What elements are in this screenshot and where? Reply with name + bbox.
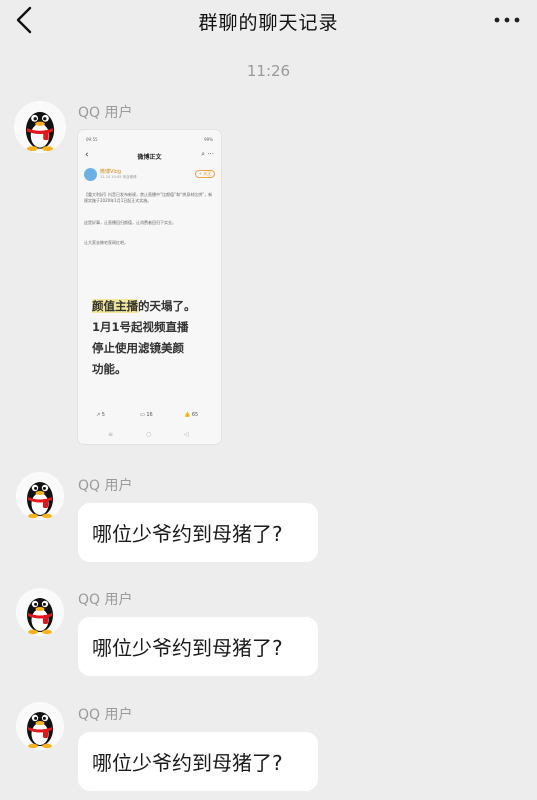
quote-text: 停止使用滤镜美颜 — [92, 341, 184, 355]
status-battery: 99% — [204, 137, 213, 142]
comment-icon: ▭ 16 — [140, 412, 153, 418]
quote-text: 1月1号起视频直播 — [92, 320, 189, 334]
quote-text: 功能。 — [92, 362, 127, 376]
post-meta: 12-24 10:05 来自微博 — [100, 175, 137, 179]
qq-penguin-icon[interactable] — [16, 702, 64, 750]
repost-icon: ↗ 5 — [96, 412, 105, 418]
quote-highlight: 颜值主播 — [92, 299, 138, 313]
post-quote: 颜值主播的天塌了。 1月1号起视频直播 停止使用滤镜美颜 功能。 — [92, 296, 212, 380]
text-message[interactable]: 哪位少爷约到母猪了? — [78, 617, 318, 676]
quote-text: 的天塌了。 — [138, 299, 196, 313]
post-paragraph: 让大家去做宅家网红吧。 — [84, 240, 128, 245]
qq-penguin-icon[interactable] — [14, 101, 66, 153]
follow-button: + 关注 — [195, 170, 215, 178]
sender-name: QQ 用户 — [78, 592, 133, 608]
more-dots-icon[interactable] — [493, 10, 521, 30]
post-title: 微博正文 — [137, 154, 162, 161]
author-avatar — [84, 168, 97, 181]
text-message[interactable]: 哪位少爷约到母猪了? — [78, 732, 318, 791]
timestamp: 11:26 — [246, 62, 291, 80]
more-dots-icon: ⌕ ··· — [201, 150, 214, 158]
qq-penguin-icon[interactable] — [16, 588, 64, 636]
nav-bar: 群聊的聊天记录 — [0, 0, 537, 42]
page-title: 群聊的聊天记录 — [198, 12, 339, 34]
author-name: 微博Vlog — [100, 169, 122, 175]
status-time: 09:55 — [86, 137, 98, 142]
shared-screenshot: 09:55 99% ‹ 微博正文 ⌕ ··· 微博Vlog 12-24 10:0… — [78, 130, 221, 444]
post-paragraph: 【重大利好】抖音已发布新规，禁止直播中“比颜值”和“拼身材比拼”，新规实施于20… — [84, 192, 213, 203]
sender-name: QQ 用户 — [78, 105, 133, 121]
image-message[interactable]: 09:55 99% ‹ 微博正文 ⌕ ··· 微博Vlog 12-24 10:0… — [78, 130, 221, 444]
like-icon: 👍 65 — [184, 412, 199, 418]
sender-name: QQ 用户 — [78, 478, 133, 494]
sender-name: QQ 用户 — [78, 707, 133, 723]
post-paragraph: 这是好事，让直播回归颜值，让消费者回归下实业。 — [84, 220, 176, 225]
bottom-nav: ≡ ○ ◁ — [108, 431, 189, 438]
text-message[interactable]: 哪位少爷约到母猪了? — [78, 503, 318, 562]
qq-penguin-icon[interactable] — [16, 472, 64, 520]
